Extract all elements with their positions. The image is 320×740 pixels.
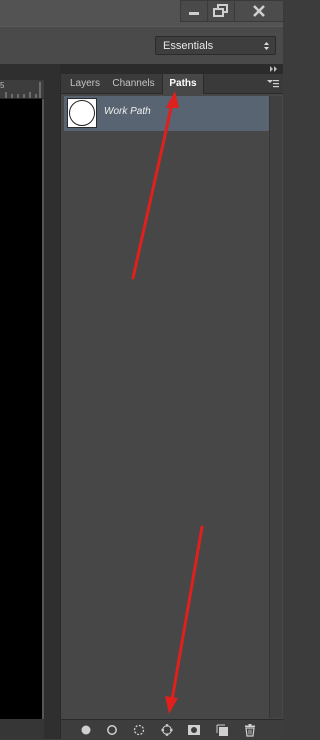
close-icon [253,5,265,17]
select-arrows-icon [264,42,269,50]
workspace-select-value: Essentials [163,40,214,52]
dock-header [60,64,283,74]
restore-icon [213,4,228,17]
circle-path-icon [69,100,95,126]
close-button[interactable] [234,0,284,22]
tab-layers[interactable]: Layers [64,74,106,93]
tab-channels[interactable]: Channels [106,74,161,93]
minimize-icon [189,12,199,15]
path-name: Work Path [104,106,151,117]
path-row-work-path[interactable]: Work Path [64,96,269,131]
document-status-area [0,719,44,739]
load-selection-icon[interactable] [131,723,147,737]
fill-path-icon[interactable] [78,723,94,737]
panel-menu-icon[interactable] [267,79,279,88]
add-mask-icon[interactable] [186,723,202,737]
paths-panel: Layers Channels Paths Work Path [60,74,283,740]
minimize-button[interactable] [180,0,208,22]
canvas-edge [42,99,44,719]
collapse-panels-icon[interactable] [269,64,279,74]
panel-footer [61,719,283,740]
delete-path-icon[interactable] [242,723,258,737]
document-canvas[interactable] [0,99,42,719]
options-bar: Essentials [0,26,283,66]
panel-scrollbar[interactable] [269,96,282,718]
make-work-path-icon[interactable] [159,723,175,737]
restore-button[interactable] [207,0,235,22]
tab-paths[interactable]: Paths [162,74,204,94]
horizontal-ruler: 5 [0,80,44,99]
title-bar [0,0,284,26]
panel-tabs: Layers Channels Paths [61,74,283,94]
stroke-path-icon[interactable] [104,723,120,737]
new-path-icon[interactable] [215,723,231,737]
workspace-select[interactable]: Essentials [155,36,276,55]
path-thumbnail [67,98,97,128]
ruler-ticks [5,82,41,98]
